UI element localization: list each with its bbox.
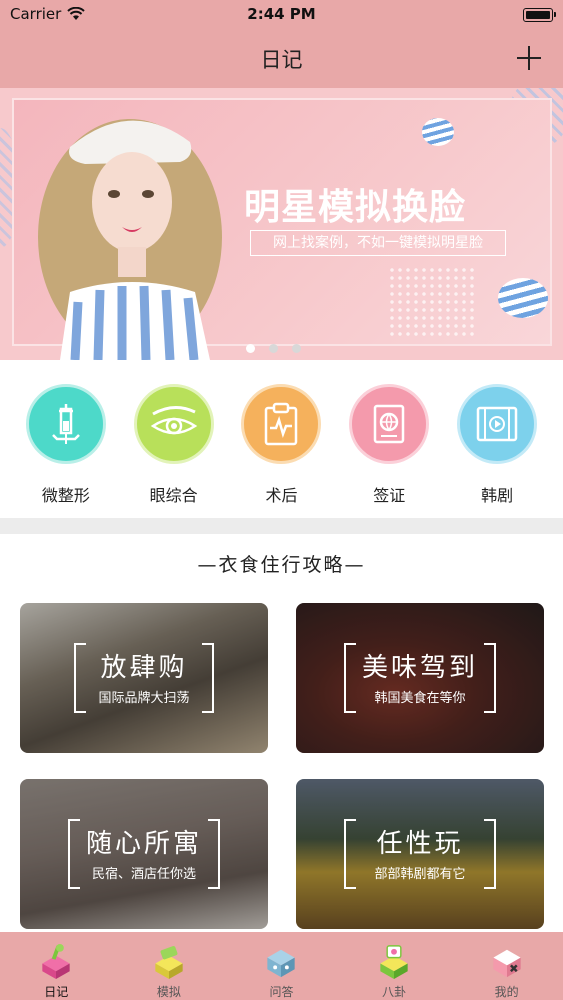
guide-card-travel[interactable]: 任性玩 部部韩剧都有它	[296, 779, 544, 929]
guide-card-shopping[interactable]: 放肆购 国际品牌大扫荡	[20, 603, 268, 753]
category-eye-surgery[interactable]: 眼综合	[131, 384, 217, 518]
card-title: 随心所寓	[85, 829, 202, 859]
category-icon-circle	[133, 384, 214, 464]
tab-simulate[interactable]: 模拟	[129, 932, 209, 1000]
category-label: 术后	[265, 486, 298, 505]
passport-icon	[374, 404, 405, 444]
tab-label: 模拟	[156, 985, 181, 999]
tab-label: 日记	[44, 985, 69, 999]
card-title: 美味驾到	[361, 653, 478, 683]
category-visa[interactable]: 签证	[346, 384, 432, 518]
category-label: 眼综合	[149, 486, 198, 505]
clipboard-icon	[265, 402, 298, 446]
tab-qa[interactable]: 问答	[241, 932, 321, 1000]
card-title: 任性玩	[376, 829, 464, 859]
tab-label: 我的	[494, 985, 519, 999]
tab-profile[interactable]: 我的	[467, 932, 547, 1000]
banner-model-image	[38, 119, 222, 360]
category-icon-circle	[349, 384, 430, 464]
guide-card-accommodation[interactable]: 随心所寓 民宿、酒店任你选	[20, 779, 268, 929]
page-title: 日记	[260, 48, 303, 72]
category-label: 韩剧	[481, 486, 514, 505]
category-korean-drama[interactable]: 韩剧	[454, 384, 540, 518]
status-time: 2:44 PM	[247, 5, 316, 23]
eye-icon	[150, 406, 197, 435]
section-title: —衣食住行攻略—	[197, 554, 366, 576]
profile-icon	[493, 949, 521, 978]
syringe-icon	[52, 404, 80, 444]
category-icon-circle	[457, 384, 538, 464]
page-dot[interactable]	[292, 344, 301, 353]
simulate-icon	[155, 946, 183, 980]
striped-ball-decoration	[498, 278, 548, 318]
banner-headline: 明星模拟换脸	[244, 187, 467, 228]
promo-banner[interactable]: 明星模拟换脸 网上找案例，不如一键模拟明星脸	[0, 88, 563, 360]
banner-subtitle: 网上找案例，不如一键模拟明星脸	[250, 230, 506, 256]
add-button[interactable]	[509, 38, 549, 78]
category-grid: 微整形 眼综合 术后 签证 韩剧	[0, 360, 563, 518]
category-micro-surgery[interactable]: 微整形	[23, 384, 109, 518]
category-icon-circle	[241, 384, 322, 464]
card-title: 放肆购	[100, 653, 188, 683]
battery-icon	[523, 8, 556, 22]
tab-diary[interactable]: 日记	[16, 932, 96, 1000]
page-dot[interactable]	[246, 344, 255, 353]
card-subtitle: 国际品牌大扫荡	[98, 691, 190, 706]
page-dot[interactable]	[269, 344, 278, 353]
card-subtitle: 民宿、酒店任你选	[91, 867, 196, 882]
qa-icon	[267, 949, 296, 978]
striped-ball-decoration	[422, 118, 454, 146]
guide-card-food[interactable]: 美味驾到 韩国美食在等你	[296, 603, 544, 753]
tab-label: 八卦	[382, 985, 407, 999]
section-divider	[0, 518, 563, 534]
navigation-bar: 日记	[0, 30, 563, 88]
diary-icon	[42, 943, 70, 980]
page-indicator[interactable]	[246, 344, 301, 353]
category-post-op[interactable]: 术后	[238, 384, 324, 518]
tab-gossip[interactable]: 八卦	[354, 932, 434, 1000]
category-label: 微整形	[41, 486, 90, 505]
card-subtitle: 韩国美食在等你	[374, 691, 466, 706]
film-icon	[476, 406, 518, 442]
gossip-icon	[380, 945, 408, 980]
category-icon-circle	[25, 384, 106, 464]
dot-pattern-decoration	[388, 266, 478, 336]
category-label: 签证	[373, 486, 406, 505]
tab-bar: 日记 模拟 问答 八卦 我的	[0, 932, 563, 1000]
tab-label: 问答	[269, 985, 294, 999]
status-bar: Carrier 2:44 PM	[0, 0, 563, 30]
card-subtitle: 部部韩剧都有它	[374, 867, 466, 882]
